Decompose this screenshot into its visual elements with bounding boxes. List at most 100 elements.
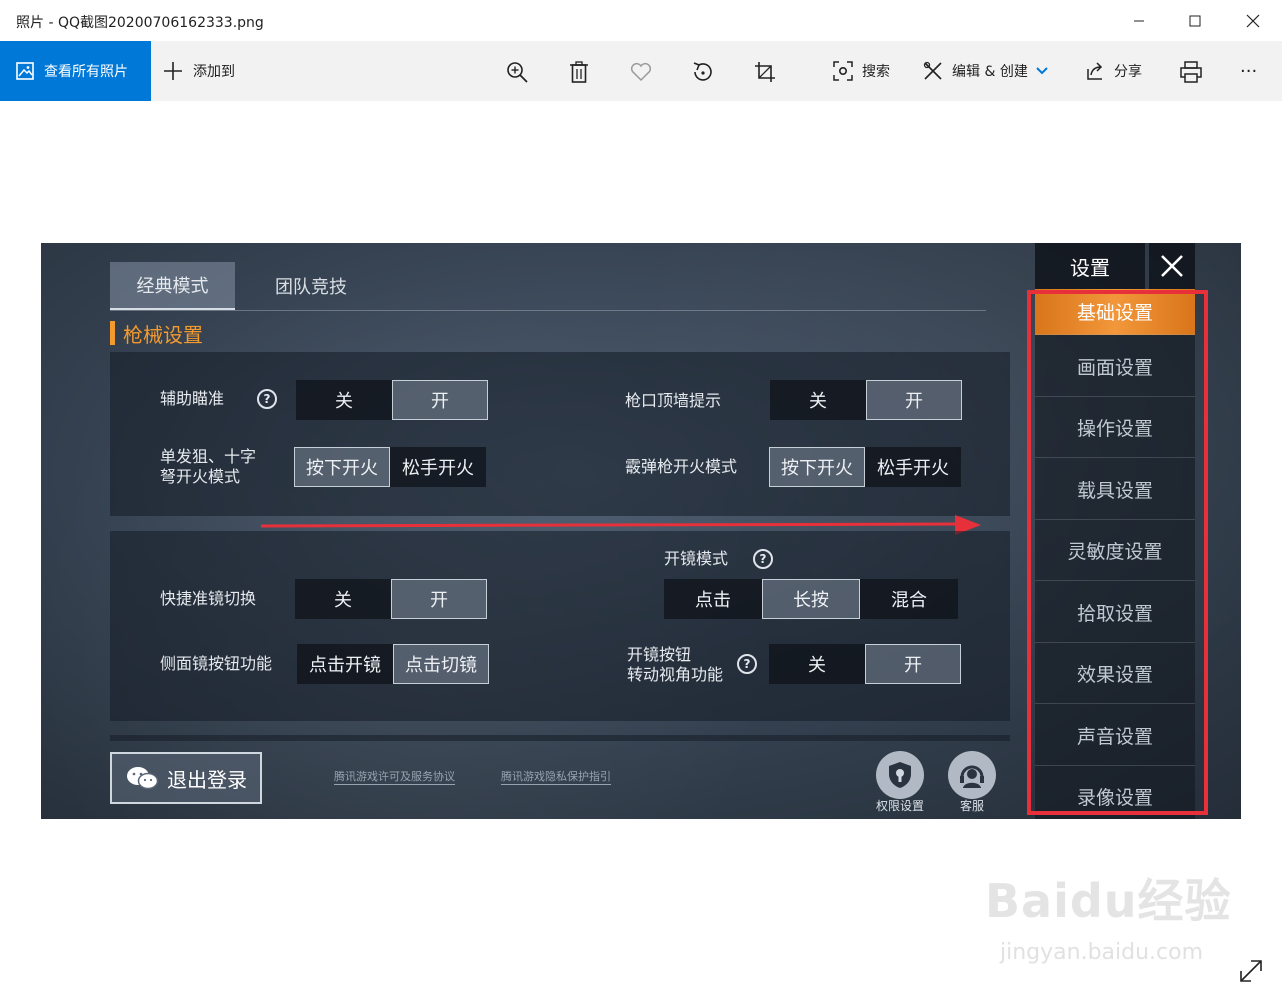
help-icon: ? bbox=[257, 389, 277, 409]
scope-turn-off: 关 bbox=[769, 644, 865, 684]
view-all-photos-label: 查看所有照片 bbox=[44, 64, 128, 80]
muzzle-hint-on: 开 bbox=[866, 380, 962, 420]
favorite-button[interactable] bbox=[628, 59, 654, 85]
share-button[interactable]: 分享 bbox=[1084, 41, 1142, 101]
tab-team-deathmatch: 团队竞技 bbox=[275, 277, 347, 298]
firearm-panel-bottom bbox=[110, 735, 1010, 741]
add-to-button[interactable]: 添加到 bbox=[163, 41, 235, 101]
muzzle-hint-toggle: 关 开 bbox=[770, 380, 962, 420]
share-icon bbox=[1087, 62, 1103, 80]
scope-turn-label-2: 转动视角功能 bbox=[627, 665, 724, 684]
sniper-press-fire: 按下开火 bbox=[294, 447, 390, 487]
minimize-icon bbox=[1134, 20, 1144, 21]
title-bar: 照片 - QQ截图20200706162333.png bbox=[0, 0, 1282, 41]
print-button[interactable] bbox=[1178, 59, 1204, 85]
shotgun-release-fire: 松手开火 bbox=[865, 447, 961, 487]
delete-button[interactable] bbox=[566, 59, 592, 85]
sniper-fire-label-1: 单发狙、十字 bbox=[160, 447, 257, 466]
scope-mode-label: 开镜模式 bbox=[664, 549, 729, 568]
aim-assist-off: 关 bbox=[296, 380, 392, 420]
fullscreen-button[interactable] bbox=[1236, 956, 1266, 986]
photo-icon bbox=[16, 62, 34, 80]
side-scope-open: 点击开镜 bbox=[297, 644, 393, 684]
view-all-photos-button[interactable]: 查看所有照片 bbox=[0, 41, 151, 101]
tab-classic-mode: 经典模式 bbox=[110, 262, 235, 310]
headset-icon bbox=[960, 765, 984, 788]
search-button[interactable]: 搜索 bbox=[832, 41, 890, 101]
scope-turn-on: 开 bbox=[865, 644, 961, 684]
edit-create-label: 编辑 & 创建 bbox=[952, 64, 1028, 80]
scope-turn-label-1: 开镜按钮 bbox=[627, 645, 692, 664]
shotgun-fire-label: 霰弹枪开火模式 bbox=[625, 457, 738, 476]
visual-search-icon bbox=[833, 61, 853, 81]
edit-icon bbox=[923, 61, 942, 80]
rotate-button[interactable] bbox=[690, 59, 716, 85]
baidu-watermark-url: jingyan.baidu.com bbox=[1000, 940, 1204, 965]
shotgun-press-fire: 按下开火 bbox=[769, 447, 865, 487]
plus-icon bbox=[164, 62, 182, 80]
scope-mode-hold: 长按 bbox=[762, 579, 860, 619]
heart-icon bbox=[630, 62, 652, 82]
sniper-release-fire: 松手开火 bbox=[390, 447, 486, 487]
share-label: 分享 bbox=[1114, 64, 1142, 80]
privacy-link: 腾讯游戏隐私保护指引 bbox=[501, 770, 611, 785]
crop-icon bbox=[755, 62, 775, 82]
logout-button: 退出登录 bbox=[110, 752, 262, 804]
close-icon bbox=[1161, 255, 1183, 277]
wechat-icon bbox=[127, 767, 159, 790]
more-button[interactable]: ··· bbox=[1240, 41, 1257, 101]
scope-mode-mixed: 混合 bbox=[860, 579, 958, 619]
edit-create-button[interactable]: 编辑 & 创建 bbox=[922, 41, 1048, 101]
sniper-fire-label-2: 弩开火模式 bbox=[160, 467, 241, 486]
rotate-icon bbox=[693, 62, 712, 81]
maximize-icon bbox=[1189, 15, 1201, 26]
aim-assist-label: 辅助瞄准 bbox=[160, 389, 225, 408]
side-scope-label: 侧面镜按钮功能 bbox=[160, 654, 273, 673]
close-button[interactable] bbox=[1228, 0, 1278, 41]
window-title: 照片 - QQ截图20200706162333.png bbox=[16, 15, 264, 31]
screenshot-image: 经典模式 团队竞技 枪械设置 辅助瞄准 ? 关 开 枪口顶墙提示 关 开 单发狙… bbox=[41, 243, 1241, 819]
minimize-button[interactable] bbox=[1114, 0, 1164, 41]
zoom-in-icon bbox=[507, 62, 528, 83]
more-icon: ··· bbox=[1240, 60, 1258, 82]
customer-service-label: 客服 bbox=[959, 799, 984, 813]
license-link: 腾讯游戏许可及服务协议 bbox=[334, 770, 455, 785]
firearm-panel-top bbox=[110, 352, 1010, 516]
chevron-down-icon bbox=[1036, 67, 1048, 75]
permission-settings-button: 权限设置 bbox=[873, 751, 927, 817]
section-title: 枪械设置 bbox=[110, 321, 203, 347]
quick-scope-on: 开 bbox=[391, 579, 487, 619]
shield-lock-icon bbox=[889, 762, 911, 788]
tab-divider bbox=[110, 310, 986, 311]
muzzle-hint-label: 枪口顶墙提示 bbox=[625, 391, 722, 410]
help-icon: ? bbox=[737, 654, 757, 674]
logout-label: 退出登录 bbox=[167, 767, 247, 792]
settings-close bbox=[1149, 243, 1195, 289]
settings-title: 设置 bbox=[1035, 243, 1145, 289]
scope-mode-toggle: 点击 长按 混合 bbox=[664, 579, 958, 619]
muzzle-hint-off: 关 bbox=[770, 380, 866, 420]
shotgun-fire-toggle: 按下开火 松手开火 bbox=[769, 447, 961, 487]
aim-assist-toggle: 关 开 bbox=[296, 380, 488, 420]
expand-icon bbox=[1240, 960, 1262, 982]
zoom-button[interactable] bbox=[504, 59, 530, 85]
trash-icon bbox=[570, 61, 588, 83]
printer-icon bbox=[1180, 61, 1202, 83]
crop-button[interactable] bbox=[752, 59, 778, 85]
maximize-button[interactable] bbox=[1170, 0, 1220, 41]
add-to-label: 添加到 bbox=[193, 64, 235, 80]
toolbar: 查看所有照片 添加到 搜索 编辑 & 创建 分享 ··· bbox=[0, 41, 1282, 101]
section-title-text: 枪械设置 bbox=[123, 322, 203, 347]
baidu-watermark-logo: Baidu经验 bbox=[985, 874, 1232, 928]
side-scope-toggle: 点击开镜 点击切镜 bbox=[297, 644, 489, 684]
customer-service-button: 客服 bbox=[945, 751, 999, 817]
firearm-panel-scope bbox=[110, 531, 1010, 721]
quick-scope-label: 快捷准镜切换 bbox=[160, 589, 257, 608]
red-highlight-box bbox=[1027, 290, 1208, 815]
sniper-fire-toggle: 按下开火 松手开火 bbox=[294, 447, 486, 487]
scope-turn-toggle: 关 开 bbox=[769, 644, 961, 684]
section-marker bbox=[110, 321, 115, 345]
search-label: 搜索 bbox=[862, 64, 890, 80]
quick-scope-toggle: 关 开 bbox=[295, 579, 487, 619]
help-icon: ? bbox=[753, 549, 773, 569]
